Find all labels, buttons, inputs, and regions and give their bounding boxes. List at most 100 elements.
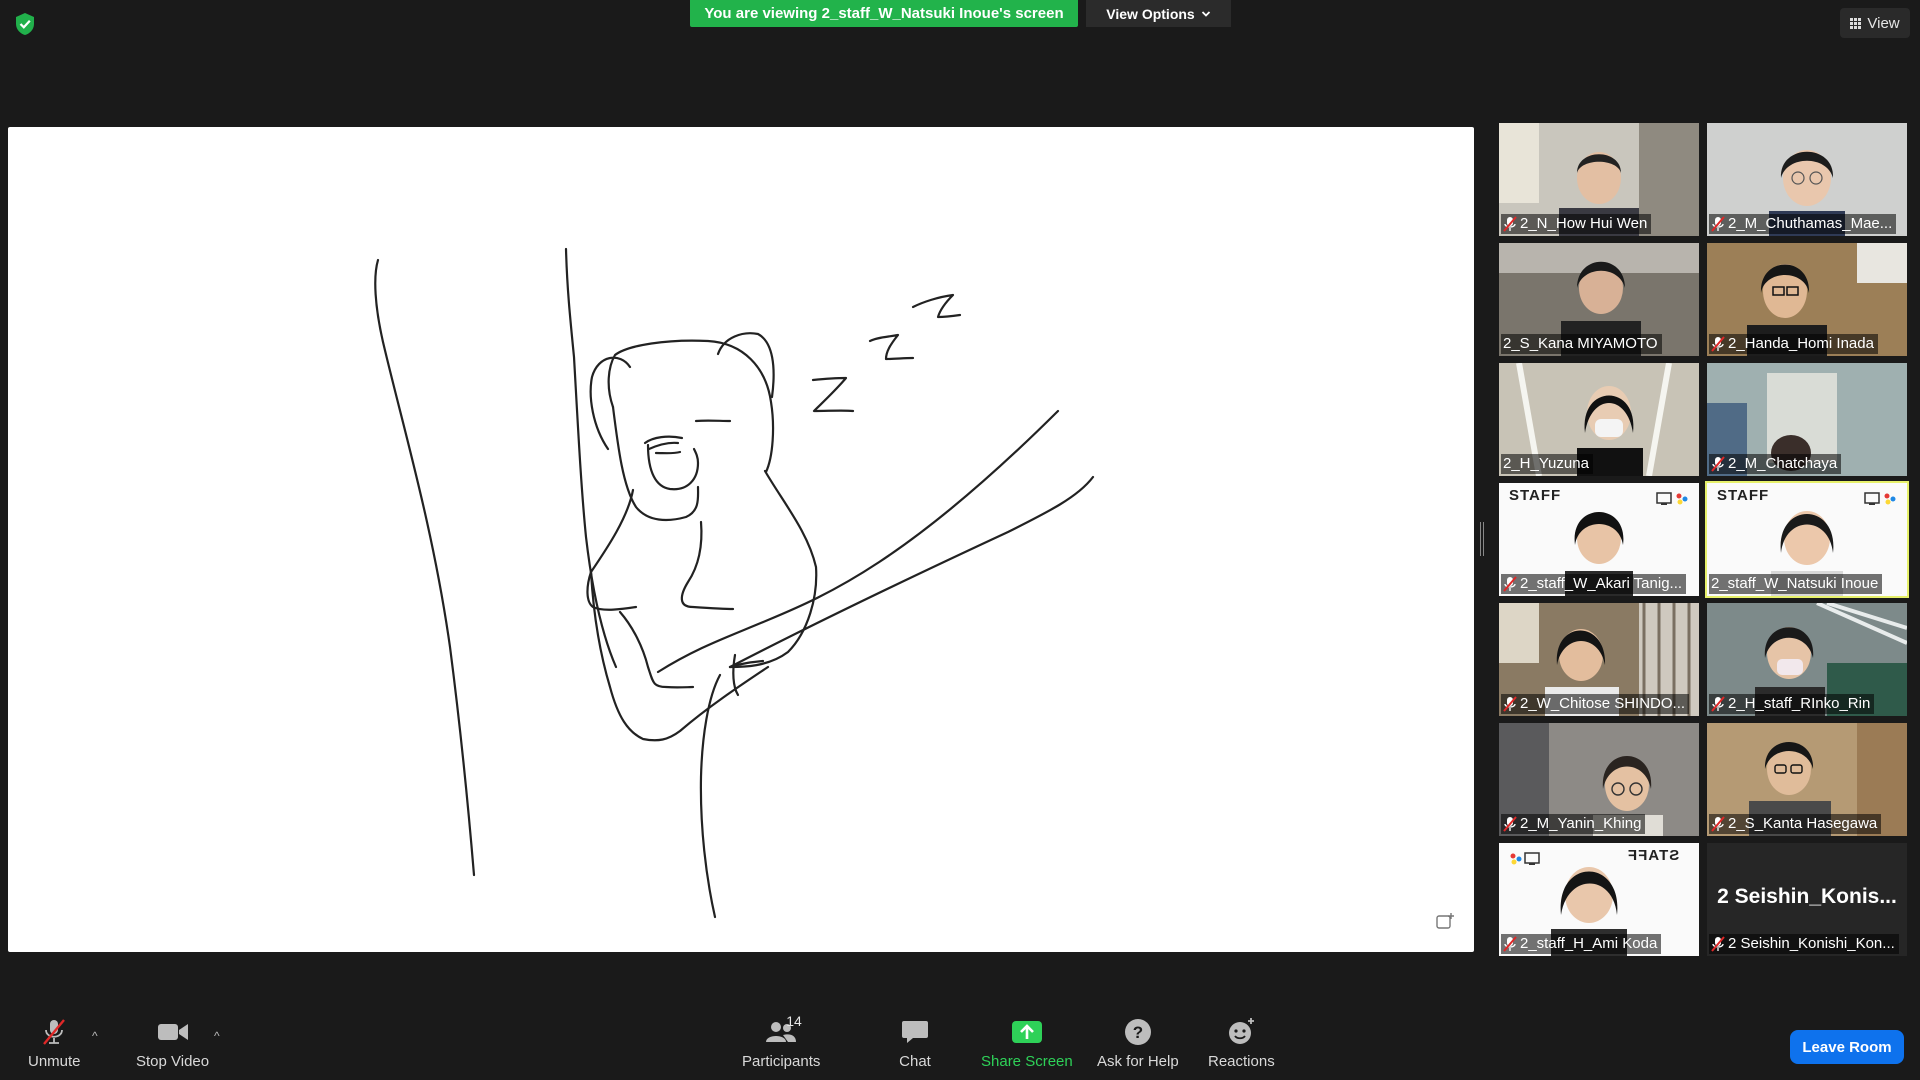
participants-button[interactable]: 14 Participants [742, 1013, 821, 1070]
participant-name-label: 2_staff_H_Ami Koda [1501, 934, 1662, 954]
audio-options-caret-icon[interactable]: ^ [92, 1029, 98, 1043]
unmute-label: Unmute [28, 1053, 81, 1070]
muted-mic-icon [1503, 696, 1517, 712]
view-options-button[interactable]: View Options [1086, 0, 1231, 27]
video-tile-camera-off[interactable]: 2 Seishin_Konis... 2 Seishin_Konishi_Kon… [1707, 843, 1907, 956]
computer-logo-icon [1864, 492, 1896, 505]
video-tile[interactable]: 2_S_Kana MIYAMOTO [1499, 243, 1699, 356]
video-tile[interactable]: STAFF 2_staff_H_Ami Koda [1499, 843, 1699, 956]
muted-mic-icon [1711, 696, 1725, 712]
muted-mic-icon [1503, 216, 1517, 232]
video-tile[interactable]: 2_M_Yanin_Khing [1499, 723, 1699, 836]
ask-for-help-label: Ask for Help [1097, 1053, 1179, 1070]
participant-name: 2_M_Chuthamas_Mae... [1728, 215, 1893, 232]
viewing-screen-text: You are viewing 2_staff_W_Natsuki Inoue'… [704, 5, 1064, 22]
shared-screen[interactable] [8, 127, 1474, 952]
reactions-button[interactable]: Reactions [1208, 1017, 1275, 1070]
unmute-button[interactable]: Unmute [28, 1017, 81, 1070]
video-tile[interactable]: 2_W_Chitose SHINDO... [1499, 603, 1699, 716]
participant-name-label: 2_H_Yuzuna [1501, 454, 1593, 474]
stop-video-label: Stop Video [136, 1053, 210, 1070]
participant-name: 2_M_Yanin_Khing [1520, 815, 1642, 832]
participant-name: 2_M_Chatchaya [1728, 455, 1838, 472]
participant-name-label: 2_S_Kana MIYAMOTO [1501, 334, 1662, 354]
share-screen-label: Share Screen [981, 1053, 1073, 1070]
video-tile[interactable]: 2_Handa_Homi Inada [1707, 243, 1907, 356]
muted-mic-icon [1711, 456, 1725, 472]
participant-name-label: 2_staff_W_Akari Tanig... [1501, 574, 1687, 594]
participant-name: 2_staff_W_Akari Tanig... [1520, 575, 1683, 592]
participant-name: 2 Seishin_Konishi_Kon... [1728, 935, 1895, 952]
viewing-screen-banner: You are viewing 2_staff_W_Natsuki Inoue'… [690, 0, 1078, 27]
video-tile[interactable]: 2_M_Chatchaya [1707, 363, 1907, 476]
video-tile[interactable]: 2_N_How Hui Wen [1499, 123, 1699, 236]
smiley-add-icon [1229, 1018, 1255, 1044]
video-tile[interactable]: 2_S_Kanta Hasegawa [1707, 723, 1907, 836]
computer-logo-icon [1656, 492, 1688, 505]
reactions-label: Reactions [1208, 1053, 1275, 1070]
leave-room-label: Leave Room [1802, 1038, 1892, 1056]
video-tile[interactable]: 2_M_Chuthamas_Mae... [1707, 123, 1907, 236]
video-camera-icon [157, 1024, 188, 1040]
participant-name-label: 2_staff_W_Natsuki Inoue [1709, 574, 1883, 594]
participant-name-label: 2 Seishin_Konishi_Kon... [1709, 934, 1899, 954]
leave-room-button[interactable]: Leave Room [1790, 1030, 1904, 1064]
muted-mic-icon [1711, 816, 1725, 832]
muted-mic-icon [1503, 936, 1517, 952]
share-screen-arrow-icon [1011, 1021, 1042, 1043]
video-tile-active-speaker[interactable]: STAFF 2_staff_W_Natsuki Inoue [1705, 481, 1909, 598]
staff-badge: STAFF [1717, 487, 1770, 504]
muted-microphone-icon [43, 1019, 66, 1045]
grid-view-icon [1850, 17, 1862, 29]
stop-video-button[interactable]: Stop Video [136, 1017, 209, 1070]
video-options-caret-icon[interactable]: ^ [214, 1029, 220, 1043]
video-tile[interactable]: 2_H_Yuzuna [1499, 363, 1699, 476]
participant-name: 2_staff_W_Natsuki Inoue [1711, 575, 1879, 592]
panel-resize-handle[interactable] [1480, 522, 1484, 556]
participant-name: 2_staff_H_Ami Koda [1520, 935, 1658, 952]
share-screen-button[interactable]: Share Screen [981, 1017, 1073, 1070]
view-options-label: View Options [1106, 5, 1195, 22]
participant-name-label: 2_H_staff_RInko_Rin [1709, 694, 1875, 714]
participant-name-label: 2_N_How Hui Wen [1501, 214, 1652, 234]
participants-label: Participants [742, 1053, 821, 1070]
participant-name: 2_Handa_Homi Inada [1728, 335, 1874, 352]
annotate-icon[interactable] [1436, 912, 1456, 930]
help-question-icon: ? [1124, 1019, 1151, 1045]
participant-display-name: 2 Seishin_Konis... [1717, 885, 1897, 908]
chat-label: Chat [899, 1053, 931, 1070]
view-layout-label: View [1867, 14, 1900, 32]
video-tile[interactable]: STAFF 2_staff_W_Akari Tanig... [1499, 483, 1699, 596]
participant-name: 2_N_How Hui Wen [1520, 215, 1648, 232]
staff-badge: STAFF [1509, 487, 1562, 504]
chat-button[interactable]: Chat [898, 1017, 932, 1070]
muted-mic-icon [1711, 936, 1725, 952]
security-shield-icon[interactable] [14, 12, 36, 36]
chevron-down-icon [1201, 10, 1210, 17]
participant-name-label: 2_M_Yanin_Khing [1501, 814, 1646, 834]
participant-name-label: 2_W_Chitose SHINDO... [1501, 694, 1690, 714]
participant-name: 2_W_Chitose SHINDO... [1520, 695, 1686, 712]
staff-badge-mirrored: STAFF [1626, 847, 1679, 864]
participant-name: 2_H_Yuzuna [1503, 455, 1589, 472]
muted-mic-icon [1503, 576, 1517, 592]
chat-bubble-icon [902, 1021, 928, 1043]
participant-name-label: 2_S_Kanta Hasegawa [1709, 814, 1882, 834]
muted-mic-icon [1711, 336, 1725, 352]
participant-name-label: 2_Handa_Homi Inada [1709, 334, 1878, 354]
video-tile[interactable]: 2_H_staff_RInko_Rin [1707, 603, 1907, 716]
whiteboard-drawing [374, 247, 1095, 919]
participant-name: 2_S_Kana MIYAMOTO [1503, 335, 1658, 352]
view-layout-button[interactable]: View [1840, 8, 1910, 38]
video-gallery: 2_N_How Hui Wen 2_M_Chuthamas_Mae... 2_S… [1499, 123, 1911, 957]
muted-mic-icon [1503, 816, 1517, 832]
participant-name: 2_H_staff_RInko_Rin [1728, 695, 1871, 712]
muted-mic-icon [1711, 216, 1725, 232]
computer-logo-icon [1510, 852, 1540, 865]
zoom-meeting-window: You are viewing 2_staff_W_Natsuki Inoue'… [0, 0, 1920, 1080]
svg-text:?: ? [1133, 1023, 1143, 1042]
meeting-toolbar: Unmute ^ Stop Video ^ 14 Participants Ch… [0, 1005, 1920, 1080]
participant-name-label: 2_M_Chatchaya [1709, 454, 1842, 474]
ask-for-help-button[interactable]: ? Ask for Help [1097, 1017, 1179, 1070]
participant-name: 2_S_Kanta Hasegawa [1728, 815, 1878, 832]
